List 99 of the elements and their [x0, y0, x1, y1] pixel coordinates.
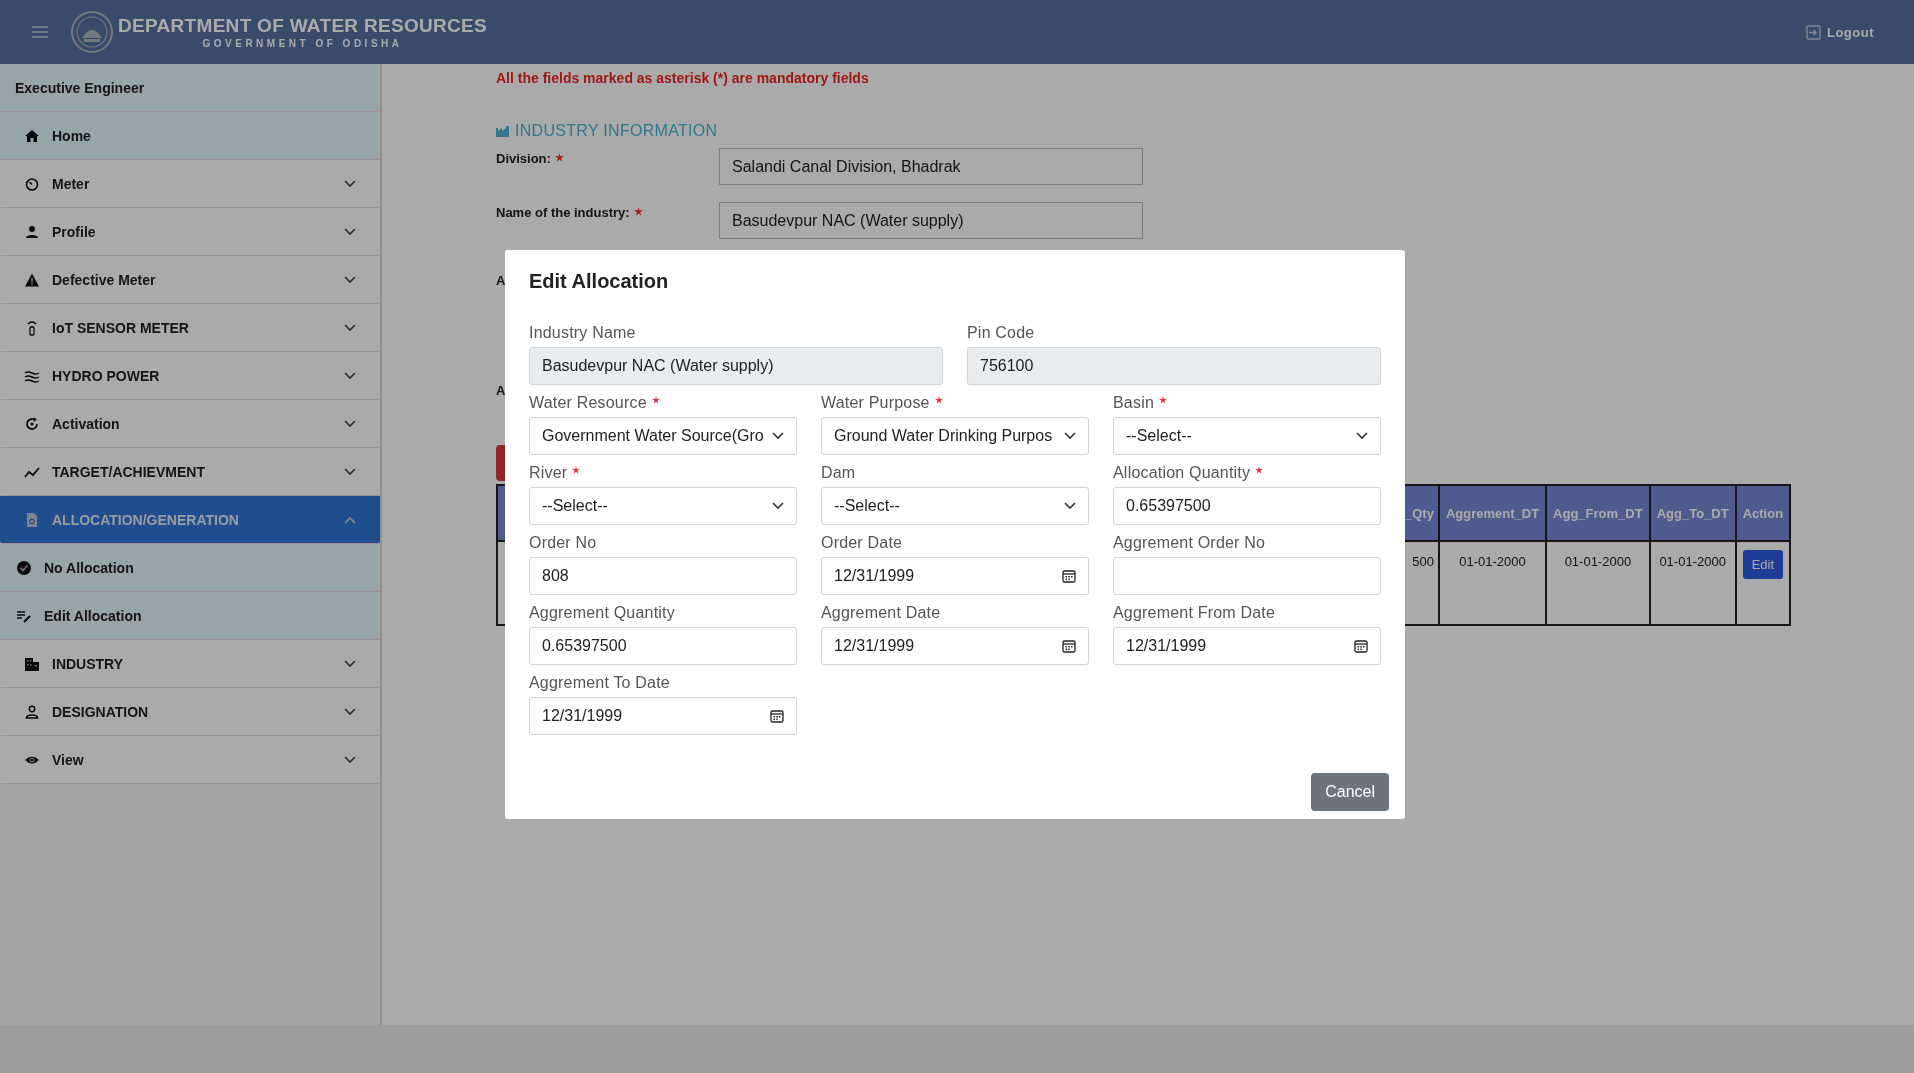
edit-button[interactable]: Edit: [1742, 550, 1784, 579]
chevron-down-icon: [344, 179, 356, 188]
chevron-down-icon: [344, 419, 356, 428]
warning-icon: [24, 271, 40, 288]
calendar-icon[interactable]: [1354, 639, 1368, 653]
sidebar-item[interactable]: DESIGNATION: [0, 688, 380, 736]
select-field[interactable]: --Select--: [1113, 417, 1381, 455]
input-field[interactable]: Salandi Canal Division, Bhadrak: [719, 148, 1143, 185]
chevron-down-icon: [1356, 432, 1368, 440]
sidebar-item[interactable]: HYDRO POWER: [0, 352, 380, 400]
chevron-down-icon: [344, 275, 356, 284]
factory-icon: [496, 125, 510, 137]
date-field[interactable]: 12/31/1999: [821, 557, 1089, 595]
sidebar-subitem[interactable]: Edit Allocation: [0, 592, 380, 640]
field-label: Water Resource: [529, 393, 797, 413]
sidebar-item[interactable]: TARGET/ACHIEVMENT: [0, 448, 380, 496]
calendar-icon[interactable]: [1062, 569, 1076, 583]
cancel-button[interactable]: Cancel: [1311, 773, 1389, 811]
document-icon: [24, 511, 40, 528]
field-label: Pin Code: [967, 323, 1036, 343]
input-field[interactable]: [1113, 557, 1381, 595]
site-title: DEPARTMENT OF WATER RESOURCES: [118, 15, 487, 37]
sidebar-item[interactable]: Meter: [0, 160, 380, 208]
chevron-down-icon: [344, 707, 356, 716]
field-label: Dam: [821, 463, 857, 483]
table-cell: 01-01-2000: [1659, 554, 1726, 569]
chevron-down-icon: [344, 659, 356, 668]
timer-icon: [24, 175, 40, 192]
chevron-down-icon: [344, 371, 356, 380]
chevron-down-icon: [344, 467, 356, 476]
site-subtitle: GOVERNMENT OF ODISHA: [202, 38, 403, 49]
modal-title: Edit Allocation: [529, 270, 670, 293]
table-cell: 01-01-2000: [1564, 554, 1632, 569]
field-label: Aggrement Order No: [1113, 533, 1267, 553]
button-edge[interactable]: [496, 445, 506, 481]
sidebar-item[interactable]: Profile: [0, 208, 380, 256]
chevron-down-icon: [344, 755, 356, 764]
emblem-icon: [70, 10, 114, 54]
logout-button[interactable]: Logout: [1805, 24, 1874, 40]
sidebar-item[interactable]: Activation: [0, 400, 380, 448]
date-field[interactable]: 12/31/1999: [821, 627, 1089, 665]
field-label: Order Date: [821, 533, 904, 553]
field-label: A: [496, 382, 506, 398]
input-field[interactable]: Basudevpur NAC (Water supply): [719, 202, 1143, 239]
table-cell: 01-01-2000: [1459, 554, 1526, 569]
input-field: Basudevpur NAC (Water supply): [529, 347, 943, 385]
section-title: INDUSTRY INFORMATION: [515, 122, 718, 140]
user-role: Executive Engineer: [0, 64, 380, 112]
chevron-down-icon: [1064, 502, 1076, 510]
select-field[interactable]: --Select--: [529, 487, 797, 525]
field-label: Aggrement Date: [821, 603, 942, 623]
input-field[interactable]: 0.65397500: [529, 627, 797, 665]
date-field[interactable]: 12/31/1999: [1113, 627, 1381, 665]
field-label: Aggrement From Date: [1113, 603, 1277, 623]
column-header: Action: [1735, 485, 1791, 541]
input-field[interactable]: 808: [529, 557, 797, 595]
field-label: Industry Name: [529, 323, 637, 343]
person-icon: [24, 223, 40, 240]
input-field: 756100: [967, 347, 1381, 385]
table-cell: 500: [1412, 554, 1434, 569]
field-label: Water Purpose: [821, 393, 1089, 413]
field-label: Order No: [529, 533, 598, 553]
building-icon: [24, 655, 40, 672]
field-label: Name of the industry:: [496, 202, 643, 220]
refresh-icon: [24, 415, 40, 432]
field-label: Aggrement Quantity: [529, 603, 676, 623]
chevron-down-icon: [344, 227, 356, 236]
home-icon: [24, 127, 40, 144]
chevron-up-icon: [344, 515, 356, 524]
date-field[interactable]: 12/31/1999: [529, 697, 797, 735]
mandatory-notice: All the fields marked as asterisk (*) are mandatory fields: [496, 70, 870, 86]
calendar-icon[interactable]: [1062, 639, 1076, 653]
chevron-down-icon: [772, 502, 784, 510]
column-header: Agg_To_DT: [1649, 485, 1736, 541]
column-header: Agg_From_DT: [1546, 485, 1650, 541]
calendar-icon[interactable]: [770, 709, 784, 723]
field-label: Aggrement To Date: [529, 673, 671, 693]
check-circle-icon: [16, 559, 32, 576]
logout-icon: [1805, 24, 1821, 40]
field-label: Division:: [496, 148, 564, 166]
field-label: River: [529, 463, 797, 483]
input-field[interactable]: 0.65397500: [1113, 487, 1381, 525]
person-outline-icon: [24, 703, 40, 720]
sidebar-item[interactable]: IoT SENSOR METER: [0, 304, 380, 352]
select-field[interactable]: Ground Water Drinking Purpos: [821, 417, 1089, 455]
field-label: A: [496, 272, 506, 288]
field-label: Basin: [1113, 393, 1381, 413]
sidebar-item[interactable]: INDUSTRY: [0, 640, 380, 688]
chevron-down-icon: [772, 432, 784, 440]
chevron-down-icon: [344, 323, 356, 332]
select-field[interactable]: --Select--: [821, 487, 1089, 525]
chevron-down-icon: [1064, 432, 1076, 440]
sidebar-item[interactable]: Home: [0, 112, 380, 160]
sidebar-subitem[interactable]: No Allocation: [0, 544, 380, 592]
sidebar-item[interactable]: Defective Meter: [0, 256, 380, 304]
field-label: Allocation Quantity: [1113, 463, 1381, 483]
column-header: Aggrement_DT: [1438, 485, 1547, 541]
sidebar-item[interactable]: View: [0, 736, 380, 784]
select-field[interactable]: Government Water Source(Gro: [529, 417, 797, 455]
